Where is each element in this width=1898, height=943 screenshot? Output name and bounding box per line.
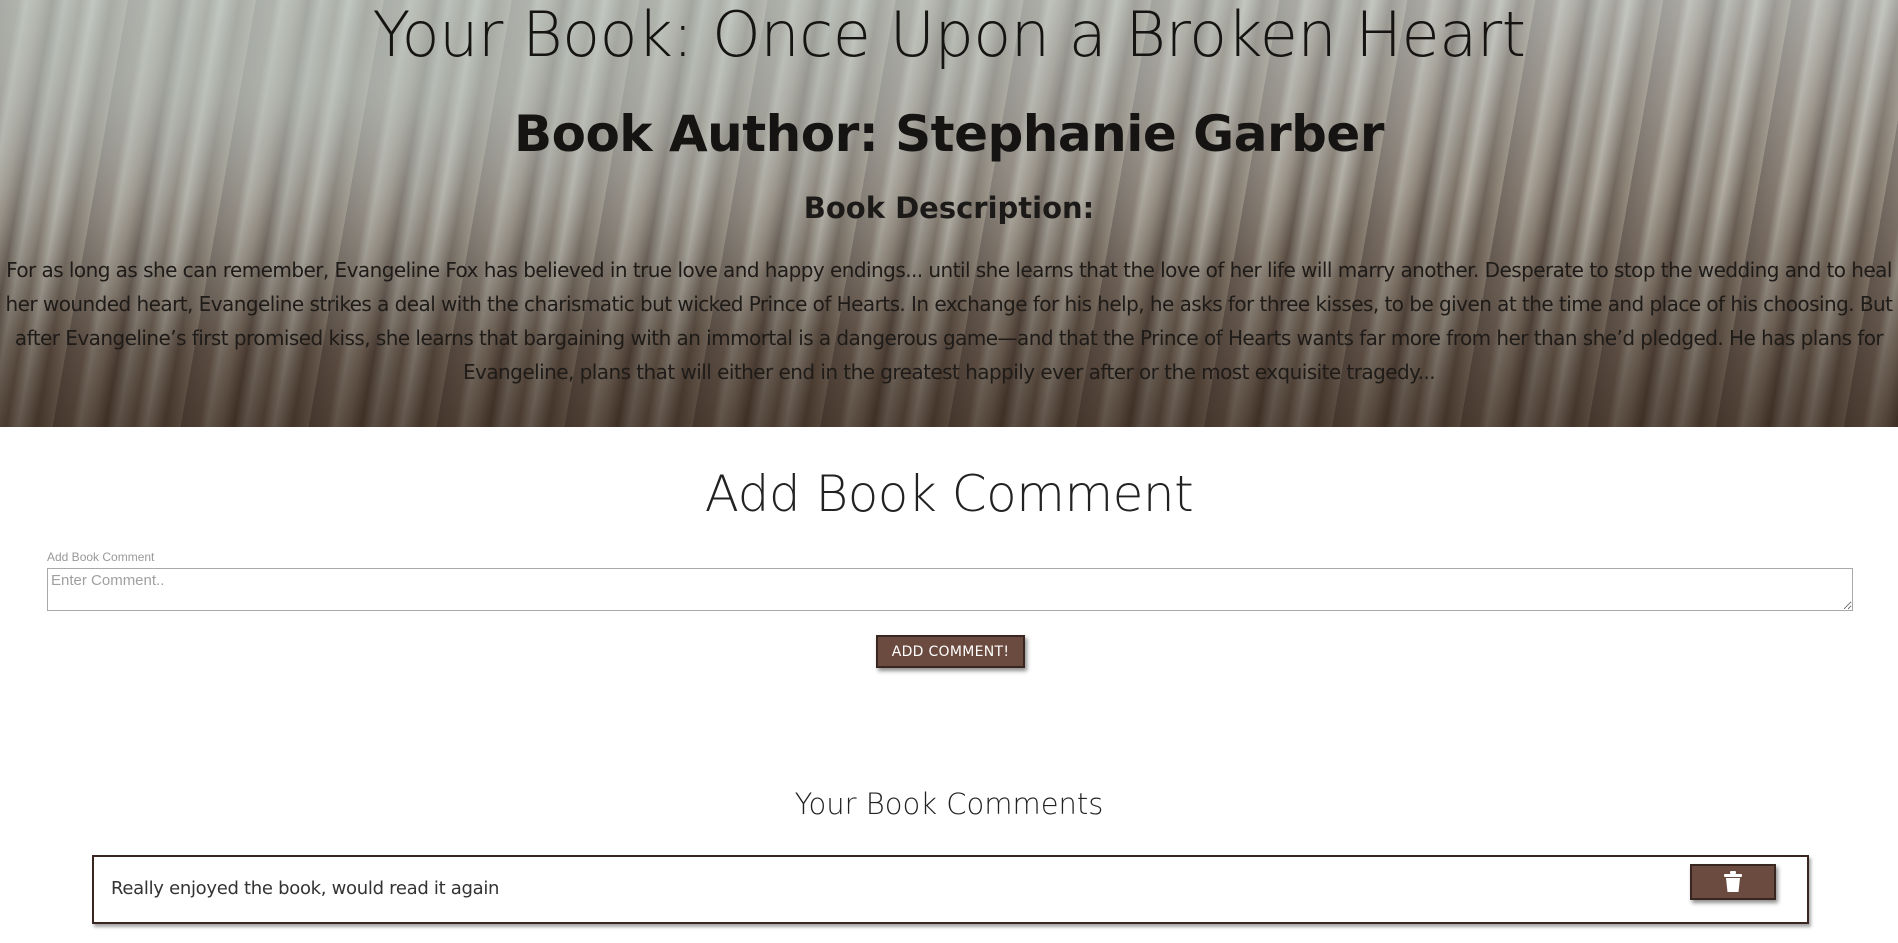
book-title: Your Book: Once Upon a Broken Heart [372, 0, 1527, 71]
hero-content: Your Book: Once Upon a Broken Heart Book… [0, 0, 1898, 427]
book-author: Book Author: Stephanie Garber [514, 105, 1384, 163]
add-comment-button[interactable]: ADD COMMENT! [876, 635, 1025, 668]
trash-icon [1724, 871, 1742, 892]
add-comment-heading: Add Book Comment [704, 465, 1194, 523]
comments-heading: Your Book Comments [794, 787, 1104, 821]
comment-text: Really enjoyed the book, would read it a… [111, 878, 500, 899]
comment-card: Really enjoyed the book, would read it a… [92, 855, 1809, 924]
comment-input[interactable] [47, 568, 1853, 611]
book-description-heading: Book Description: [803, 191, 1095, 225]
book-description-text: For as long as she can remember, Evangel… [5, 258, 1893, 384]
book-hero-banner: Your Book: Once Upon a Broken Heart Book… [0, 0, 1898, 427]
comment-field-label: Add Book Comment [47, 550, 155, 564]
delete-comment-button[interactable] [1690, 864, 1776, 900]
